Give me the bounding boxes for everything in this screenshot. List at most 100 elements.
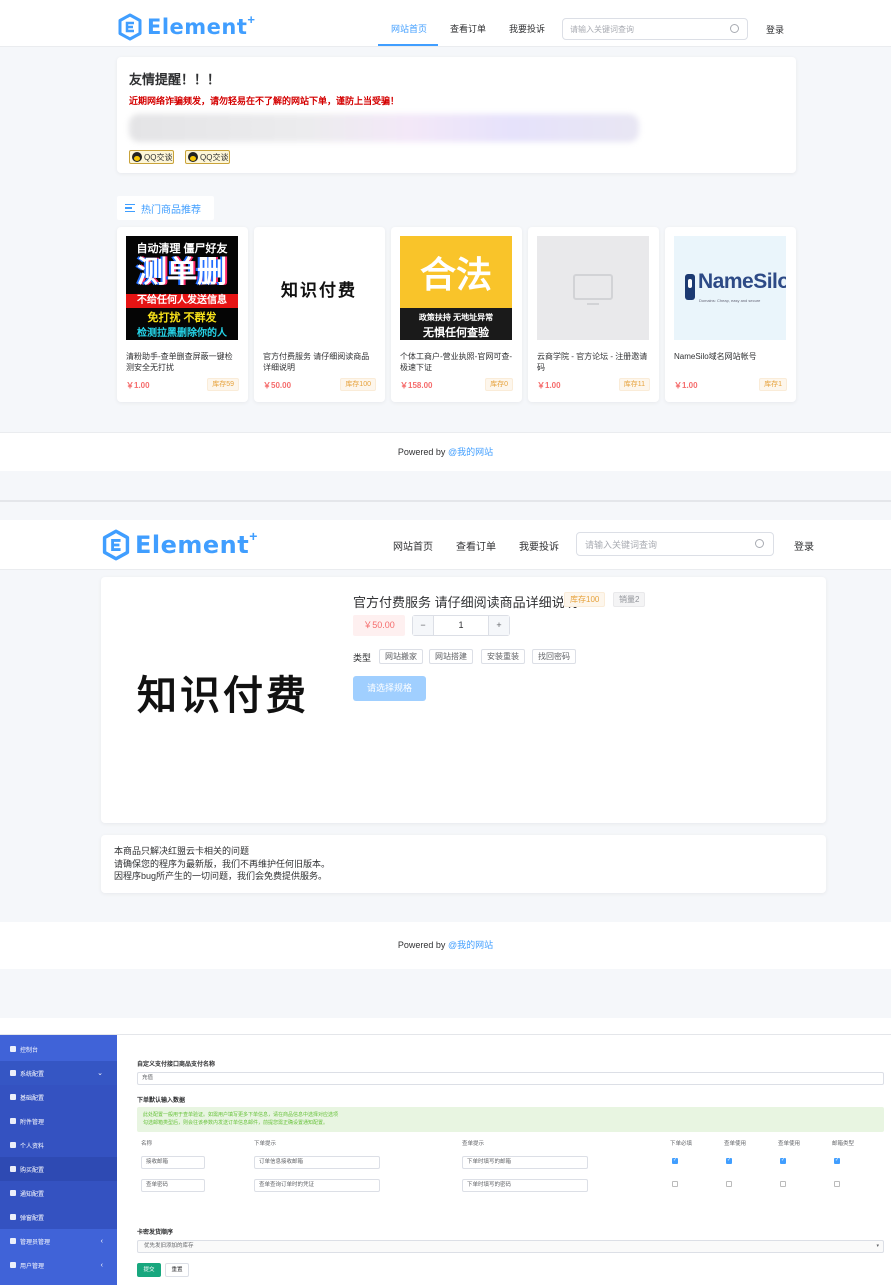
type-option[interactable]: 网站搭建 (429, 649, 473, 664)
admin-icon (10, 1238, 16, 1244)
sidebar-item-profile[interactable]: 个人资料 (0, 1133, 117, 1157)
sidebar-item-attachments[interactable]: 附件管理 (0, 1109, 117, 1133)
product-name: 清粉助手-查单删查屏蔽一键检测安全无打扰 (126, 352, 233, 372)
submit-button[interactable]: 提交 (137, 1263, 161, 1277)
select-spec-button[interactable]: 请选择规格 (353, 676, 426, 701)
sidebar-item-label: 控制台 (20, 1047, 39, 1054)
card-order-select[interactable]: 优先发旧添加的库存 ▾ (137, 1240, 884, 1253)
quantity-value[interactable]: 1 (434, 616, 488, 635)
qq-label: QQ交谈 (144, 152, 173, 162)
type-option[interactable]: 网站搬家 (379, 649, 423, 664)
image-text: 政策扶持 无地址异常 (418, 313, 494, 322)
image-text: 免打扰 不群发 (147, 312, 217, 324)
nav-orders[interactable]: 查看订单 (450, 22, 486, 35)
nav-complaint[interactable]: 我要投诉 (509, 22, 545, 35)
quantity-stepper[interactable]: − 1 + (412, 615, 510, 636)
query-checkbox[interactable] (780, 1181, 786, 1187)
description-line: 本商品只解决红盟云卡相关的问题 (114, 846, 250, 856)
page-footer: Powered by @我的网站 (0, 432, 891, 471)
query-checkbox[interactable] (780, 1157, 786, 1164)
logo-plus: + (247, 11, 255, 27)
card-order-label: 卡密发货顺序 (137, 1230, 174, 1236)
alert-text: 此处配置一般用于查单验证。如需用户填写更多下单信息，请在商品信息中选择对应选项 (143, 1112, 339, 1118)
home-icon (10, 1046, 16, 1052)
reset-button[interactable]: 重置 (165, 1263, 189, 1277)
product-card[interactable]: 自动清理 僵尸好友 测单删 不给任何人发送信息 免打扰 不群发 检测拉黑删除你的… (117, 227, 248, 402)
notice-card: 友情提醒！！！ 近期网络诈骗频发，请勿轻易在不了解的网站下单，谨防上当受骗！ Q… (117, 57, 796, 173)
footer-link[interactable]: @我的网站 (448, 447, 493, 457)
sidebar-item-label: 基础配置 (20, 1095, 45, 1102)
row-name-input[interactable]: 查单密码 (141, 1179, 205, 1192)
gear-icon (10, 1070, 16, 1076)
image-text: 不给任何人发送信息 (126, 294, 238, 308)
sidebar-item-users[interactable]: 用户管理 ‹ (0, 1253, 117, 1277)
row-query-hint-input[interactable]: 下单时填写的邮箱 (462, 1156, 588, 1169)
home-page: Element + 网站首页 查看订单 我要投诉 请输入关键词查询 登录 友情提… (0, 0, 891, 500)
required-checkbox[interactable] (672, 1157, 678, 1164)
nav-complaint[interactable]: 我要投诉 (519, 538, 559, 553)
stock-badge: 库存1 (759, 378, 787, 391)
footer-link[interactable]: @我的网站 (448, 940, 493, 950)
email-type-checkbox[interactable] (834, 1157, 840, 1164)
search-icon[interactable] (730, 24, 739, 33)
sidebar-item-label: 个人资料 (20, 1143, 45, 1150)
product-card[interactable]: 合法 政策扶持 无地址异常 无惧任何查验 个体工商户-营业执照-官网可查-极速下… (391, 227, 522, 402)
site-logo[interactable]: Element + (117, 11, 255, 41)
query-checkbox[interactable] (726, 1157, 732, 1164)
qq-chat-button[interactable]: QQ交谈 (129, 150, 174, 164)
nav-orders[interactable]: 查看订单 (456, 538, 496, 553)
default-input-label: 下单默认输入数据 (137, 1098, 186, 1104)
required-checkbox[interactable] (672, 1181, 678, 1187)
product-card[interactable]: NameSilo Domains: Cheap, easy and secure… (665, 227, 796, 402)
product-image-placeholder (537, 236, 649, 340)
sidebar-item-purchase[interactable]: 购买配置 (0, 1157, 117, 1181)
type-option[interactable]: 找回密码 (532, 649, 576, 664)
file-icon (10, 1118, 16, 1124)
row-order-hint-input[interactable]: 查单查询订单时的凭证 (254, 1179, 380, 1192)
qq-chat-button[interactable]: QQ交谈 (185, 150, 230, 164)
sidebar-item-dashboard[interactable]: 控制台 (0, 1037, 117, 1061)
type-label: 类型 (353, 653, 372, 663)
product-price: ￥1.00 (674, 381, 698, 390)
product-price: ￥1.00 (126, 381, 150, 390)
sidebar-item-popup[interactable]: 弹窗配置 (0, 1205, 117, 1229)
row-order-hint-input[interactable]: 订单信息接收邮箱 (254, 1156, 380, 1169)
product-price: ￥50.00 (353, 615, 405, 636)
login-link[interactable]: 登录 (766, 23, 784, 36)
nav-home[interactable]: 网站首页 (391, 22, 427, 35)
custom-pay-input[interactable]: 充值 (137, 1072, 884, 1085)
stock-badge: 库存59 (207, 378, 239, 391)
users-icon (10, 1262, 16, 1268)
info-icon (10, 1166, 16, 1172)
sidebar-item-system[interactable]: 系统配置 ⌄ (0, 1061, 117, 1085)
product-image: NameSilo Domains: Cheap, easy and secure (674, 236, 786, 340)
product-card[interactable]: 知识付费 官方付费服务 请仔细阅读商品详细说明 ￥50.00 库存100 (254, 227, 385, 402)
column-header: 邮箱类型 (832, 1141, 855, 1147)
blurred-banner (129, 114, 639, 142)
hot-products-tab[interactable]: 热门商品推荐 (117, 196, 214, 220)
product-detail-card: 知识付费 官方付费服务 请仔细阅读商品详细说明 库存100 销量2 ￥50.00… (101, 577, 826, 823)
hot-label: 热门商品推荐 (141, 204, 201, 216)
site-logo[interactable]: Element + (101, 528, 257, 561)
row-query-hint-input[interactable]: 下单时填写的密码 (462, 1179, 588, 1192)
search-input[interactable]: 请输入关键词查询 (562, 18, 748, 40)
stock-badge: 库存11 (618, 378, 650, 391)
sidebar-item-basic[interactable]: 基础配置 (0, 1085, 117, 1109)
type-option[interactable]: 安装重装 (481, 649, 525, 664)
increase-button[interactable]: + (488, 616, 509, 635)
product-card[interactable]: 云商学院 - 官方论坛 - 注册邀请码 ￥1.00 库存11 (528, 227, 659, 402)
query-checkbox[interactable] (726, 1181, 732, 1187)
sidebar-item-admins[interactable]: 管理员管理 ‹ (0, 1229, 117, 1253)
info-alert: 此处配置一般用于查单验证。如需用户填写更多下单信息，请在商品信息中选择对应选项 … (137, 1107, 884, 1132)
caret-down-icon: ▾ (876, 1243, 879, 1249)
nav-home[interactable]: 网站首页 (393, 538, 433, 553)
login-link[interactable]: 登录 (794, 538, 814, 553)
product-image: 合法 政策扶持 无地址异常 无惧任何查验 (400, 236, 512, 340)
search-input[interactable]: 请输入关键词查询 (576, 532, 774, 556)
sidebar-item-notify[interactable]: 通知配置 (0, 1181, 117, 1205)
decrease-button[interactable]: − (413, 616, 434, 635)
email-type-checkbox[interactable] (834, 1181, 840, 1187)
chevron-left-icon: ‹ (100, 1237, 103, 1245)
search-icon[interactable] (755, 539, 764, 548)
row-name-input[interactable]: 接收邮箱 (141, 1156, 205, 1169)
